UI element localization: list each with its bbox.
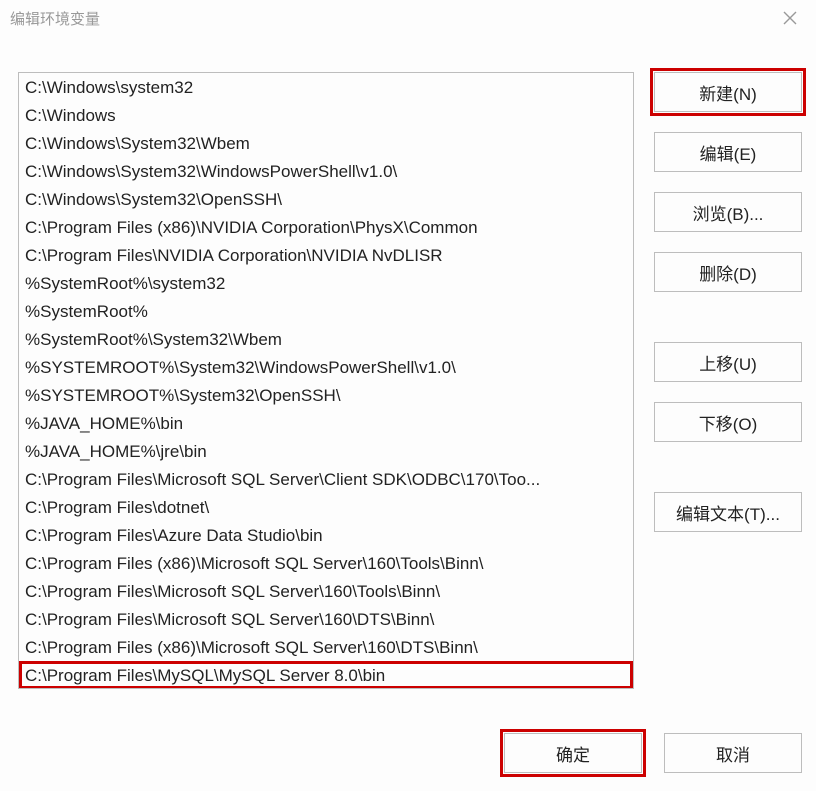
close-icon bbox=[783, 11, 797, 25]
side-button-column: 新建(N) 编辑(E) 浏览(B)... 删除(D) 上移(U) 下移(O) 编… bbox=[654, 72, 802, 713]
edittext-button[interactable]: 编辑文本(T)... bbox=[654, 492, 802, 532]
path-item[interactable]: %SystemRoot%\system32 bbox=[19, 269, 633, 297]
path-item[interactable]: C:\Windows bbox=[19, 101, 633, 129]
moveup-button[interactable]: 上移(U) bbox=[654, 342, 802, 382]
path-item[interactable]: C:\Windows\System32\Wbem bbox=[19, 129, 633, 157]
path-listbox[interactable]: C:\Windows\system32C:\WindowsC:\Windows\… bbox=[18, 72, 634, 689]
browse-button[interactable]: 浏览(B)... bbox=[654, 192, 802, 232]
path-item[interactable]: C:\Windows\system32 bbox=[19, 73, 633, 101]
window-title: 编辑环境变量 bbox=[10, 8, 770, 29]
path-item[interactable]: C:\Program Files\Azure Data Studio\bin bbox=[19, 521, 633, 549]
path-item[interactable]: C:\Program Files (x86)\Microsoft SQL Ser… bbox=[19, 633, 633, 661]
path-item[interactable]: C:\Program Files (x86)\Microsoft SQL Ser… bbox=[19, 549, 633, 577]
path-item[interactable]: %SYSTEMROOT%\System32\WindowsPowerShell\… bbox=[19, 353, 633, 381]
titlebar: 编辑环境变量 bbox=[0, 0, 816, 36]
movedown-button[interactable]: 下移(O) bbox=[654, 402, 802, 442]
path-item[interactable]: C:\Program Files (x86)\NVIDIA Corporatio… bbox=[19, 213, 633, 241]
path-item[interactable]: C:\Program Files\MySQL\MySQL Server 8.0\… bbox=[19, 661, 633, 689]
path-item[interactable]: C:\Program Files\Microsoft SQL Server\16… bbox=[19, 577, 633, 605]
dialog-footer: 确定 取消 bbox=[0, 723, 816, 791]
delete-button[interactable]: 删除(D) bbox=[654, 252, 802, 292]
close-button[interactable] bbox=[770, 3, 810, 33]
edit-button[interactable]: 编辑(E) bbox=[654, 132, 802, 172]
ok-button[interactable]: 确定 bbox=[504, 733, 642, 773]
path-item[interactable]: C:\Program Files\dotnet\ bbox=[19, 493, 633, 521]
cancel-button[interactable]: 取消 bbox=[664, 733, 802, 773]
path-item[interactable]: %SYSTEMROOT%\System32\OpenSSH\ bbox=[19, 381, 633, 409]
path-item[interactable]: C:\Program Files\Microsoft SQL Server\Cl… bbox=[19, 465, 633, 493]
path-item[interactable]: C:\Program Files\Microsoft SQL Server\16… bbox=[19, 605, 633, 633]
path-item[interactable]: %JAVA_HOME%\bin bbox=[19, 409, 633, 437]
path-item[interactable]: C:\Windows\System32\OpenSSH\ bbox=[19, 185, 633, 213]
path-item[interactable]: %SystemRoot% bbox=[19, 297, 633, 325]
path-item[interactable]: C:\Windows\System32\WindowsPowerShell\v1… bbox=[19, 157, 633, 185]
path-item[interactable]: C:\Program Files\NVIDIA Corporation\NVID… bbox=[19, 241, 633, 269]
path-item[interactable]: %SystemRoot%\System32\Wbem bbox=[19, 325, 633, 353]
path-item[interactable]: %JAVA_HOME%\jre\bin bbox=[19, 437, 633, 465]
new-button[interactable]: 新建(N) bbox=[654, 72, 802, 112]
